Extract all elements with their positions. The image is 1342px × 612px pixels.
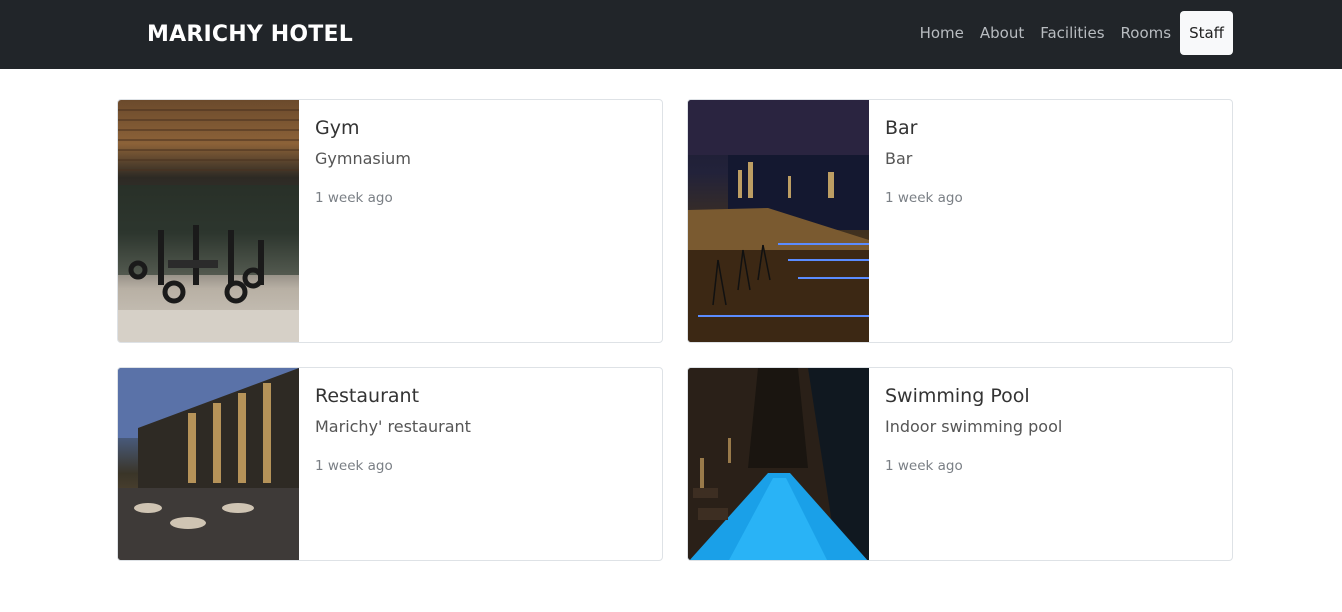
card-description: Bar — [885, 149, 913, 168]
card-description: Indoor swimming pool — [885, 417, 1063, 436]
card-description: Marichy' restaurant — [315, 417, 471, 436]
gym-image — [118, 100, 299, 342]
facility-card-restaurant[interactable]: Restaurant Marichy' restaurant 1 week ag… — [117, 367, 663, 561]
card-title[interactable]: Gym — [315, 114, 650, 142]
gym-illustration — [118, 109, 299, 342]
nav-link-rooms[interactable]: Rooms — [1113, 11, 1180, 55]
restaurant-image — [118, 368, 299, 560]
nav-links: Home About Facilities Rooms Staff — [912, 11, 1233, 55]
nav-link-home[interactable]: Home — [912, 11, 972, 55]
card-timestamp: 1 week ago — [315, 458, 393, 474]
brand-logo-text[interactable]: MARICHY HOTEL — [147, 0, 353, 69]
nav-link-facilities[interactable]: Facilities — [1032, 11, 1112, 55]
nav-link-staff[interactable]: Staff — [1180, 11, 1233, 55]
facility-card-bar[interactable]: Bar Bar 1 week ago — [687, 99, 1233, 343]
top-navbar: MARICHY HOTEL Home About Facilities Room… — [0, 0, 1342, 69]
card-body: Bar Bar 1 week ago — [885, 114, 1220, 208]
card-timestamp: 1 week ago — [885, 190, 963, 206]
swimming-pool-image — [688, 368, 869, 560]
bar-image — [688, 100, 869, 342]
card-title[interactable]: Swimming Pool — [885, 382, 1220, 410]
card-body: Swimming Pool Indoor swimming pool 1 wee… — [885, 382, 1220, 476]
nav-link-about[interactable]: About — [972, 11, 1032, 55]
facility-card-swimming-pool[interactable]: Swimming Pool Indoor swimming pool 1 wee… — [687, 367, 1233, 561]
card-description: Gymnasium — [315, 149, 411, 168]
pool-illustration — [688, 368, 869, 560]
card-body: Restaurant Marichy' restaurant 1 week ag… — [315, 382, 650, 476]
card-timestamp: 1 week ago — [315, 190, 393, 206]
restaurant-illustration — [118, 368, 299, 560]
facility-card-gym[interactable]: Gym Gymnasium 1 week ago — [117, 99, 663, 343]
card-body: Gym Gymnasium 1 week ago — [315, 114, 650, 208]
bar-illustration — [688, 100, 869, 342]
card-timestamp: 1 week ago — [885, 458, 963, 474]
card-title[interactable]: Bar — [885, 114, 1220, 142]
card-title[interactable]: Restaurant — [315, 382, 650, 410]
